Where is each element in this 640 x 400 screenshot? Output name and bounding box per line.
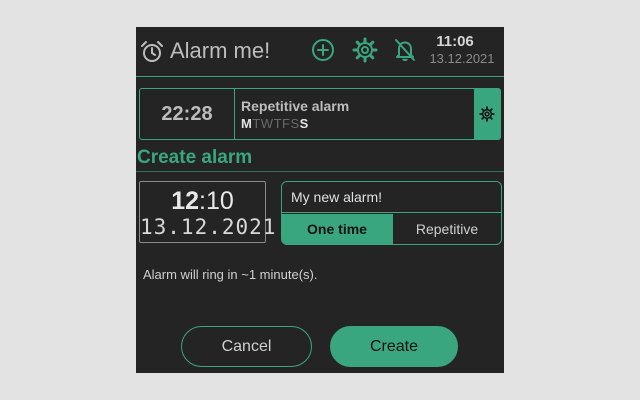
cancel-button[interactable]: Cancel [181, 326, 312, 367]
app-title: Alarm me! [170, 38, 271, 63]
mode-repetitive-toggle[interactable]: Repetitive [392, 214, 501, 244]
alarm-time: 22:28 [140, 89, 235, 139]
weekday-monday: M [241, 116, 253, 131]
alarm-weekdays: MTWTFSS [241, 116, 309, 131]
gear-icon[interactable] [352, 37, 378, 63]
mode-one-time-toggle[interactable]: One time [282, 214, 392, 244]
bell-off-icon[interactable] [392, 37, 418, 63]
time-display: 12:10 [140, 187, 265, 215]
weekday-saturday: S [290, 116, 300, 131]
minute-value[interactable]: 10 [206, 187, 234, 215]
weekday-tuesday: T [252, 116, 261, 131]
section-divider [136, 171, 504, 172]
add-circle-icon[interactable] [310, 37, 336, 63]
create-button[interactable]: Create [330, 326, 458, 367]
alarm-settings-button[interactable] [474, 89, 500, 139]
current-date: 13.12.2021 [429, 51, 495, 66]
weekday-wednesday: W [260, 116, 274, 131]
weekday-sunday: S [299, 116, 309, 131]
ring-info-text: Alarm will ring in ~1 minute(s). [143, 267, 318, 282]
alarm-name: Repetitive alarm [241, 98, 350, 114]
alarm-name-group: One time Repetitive [281, 181, 502, 245]
alarm-name-input[interactable] [282, 182, 501, 213]
header: Alarm me! 11:06 13.12.2021 [136, 27, 504, 77]
time-separator: : [199, 187, 206, 215]
alarm-app-window: Alarm me! 11:06 13.12.2021 22:28 Repetit… [136, 27, 504, 373]
weekday-thursday: T [273, 116, 283, 131]
time-picker[interactable]: 12:10 13.12.2021 [139, 181, 275, 243]
gear-icon [479, 106, 495, 122]
current-time: 11:06 [436, 33, 474, 50]
existing-alarm-card[interactable]: 22:28 Repetitive alarm MTWTFSS [139, 88, 501, 140]
date-value[interactable]: 13.12.2021 [140, 215, 275, 239]
alarm-clock-icon [141, 41, 163, 62]
hour-value[interactable]: 12 [171, 187, 199, 215]
create-alarm-title: Create alarm [137, 147, 253, 168]
